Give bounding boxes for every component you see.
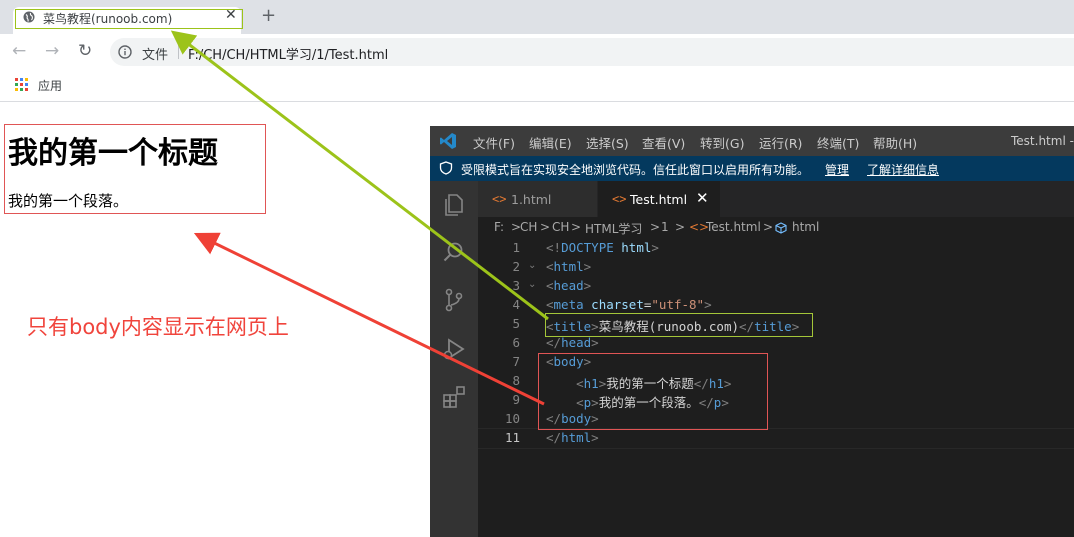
breadcrumb: F: > CH > CH > HTML学习 > 1 > <> Test.html… xyxy=(478,217,1074,239)
tab-test-html[interactable]: <> Test.html ✕ xyxy=(598,181,720,217)
code-line: </html> xyxy=(546,430,599,445)
line-number: 3 xyxy=(512,278,520,293)
source-control-icon[interactable] xyxy=(441,287,467,313)
html-file-icon: <> xyxy=(492,192,507,206)
menu-help[interactable]: 帮助(H) xyxy=(873,133,917,152)
breadcrumb-separator: > xyxy=(571,220,582,234)
apps-bookmark-label[interactable]: 应用 xyxy=(38,77,62,94)
breadcrumb-separator: > xyxy=(763,220,774,234)
breadcrumb-item[interactable]: CH xyxy=(552,220,569,234)
breadcrumb-separator: > xyxy=(675,220,686,234)
fold-chevron-icon[interactable]: ⌄ xyxy=(528,279,536,290)
breadcrumb-separator: > xyxy=(650,220,661,234)
breadcrumb-item[interactable]: F: xyxy=(494,220,504,234)
back-button[interactable]: ← xyxy=(12,41,26,61)
tab-label: 1.html xyxy=(511,192,552,207)
bookmarks-bar xyxy=(0,70,1074,102)
line-number: 9 xyxy=(512,392,520,407)
cube-icon xyxy=(775,222,787,234)
vscode-logo-icon xyxy=(440,133,456,149)
line-number: 10 xyxy=(504,411,520,426)
info-icon[interactable] xyxy=(118,45,132,59)
banner-learn-more-link[interactable]: 了解详细信息 xyxy=(867,161,939,178)
menu-terminal[interactable]: 终端(T) xyxy=(817,133,859,152)
breadcrumb-separator: > xyxy=(540,220,551,234)
menu-view[interactable]: 查看(V) xyxy=(642,133,685,152)
banner-message: 受限模式旨在实现安全地浏览代码。信任此窗口以启用所有功能。 xyxy=(461,163,810,177)
new-tab-button[interactable]: + xyxy=(261,5,276,26)
html-file-icon: <> xyxy=(612,192,627,206)
url-text[interactable]: F:/CH/CH/HTML学习/1/Test.html xyxy=(188,44,388,63)
activity-bar xyxy=(430,181,478,537)
breadcrumb-item[interactable]: CH xyxy=(520,220,537,234)
address-divider xyxy=(178,43,179,59)
menu-file[interactable]: 文件(F) xyxy=(473,133,515,152)
file-scheme-label: 文件 xyxy=(142,48,169,63)
page-heading: 我的第一个标题 xyxy=(8,136,218,171)
search-icon[interactable] xyxy=(441,239,467,265)
menu-selection[interactable]: 选择(S) xyxy=(586,133,629,152)
breadcrumb-item[interactable]: 1 xyxy=(661,220,669,234)
tab-close-icon[interactable]: ✕ xyxy=(225,7,237,23)
close-icon[interactable]: ✕ xyxy=(696,189,709,207)
tab-1-html[interactable]: <> 1.html xyxy=(478,181,597,217)
line-number: 6 xyxy=(512,335,520,350)
body-code-highlight xyxy=(538,353,768,430)
annotation-text: 只有body内容显示在网页上 xyxy=(27,315,289,339)
tab-title: 菜鸟教程(runoob.com) xyxy=(43,12,173,26)
code-line: </head> xyxy=(546,335,599,350)
line-number: 2 xyxy=(512,259,520,274)
menu-run[interactable]: 运行(R) xyxy=(759,133,802,152)
vscode-window-title: Test.html - V xyxy=(1011,134,1074,148)
reload-button[interactable]: ↻ xyxy=(78,41,92,61)
breadcrumb-item[interactable]: html xyxy=(792,220,819,234)
shield-icon xyxy=(439,161,453,175)
line-number: 4 xyxy=(512,297,520,312)
code-line: <head> xyxy=(546,278,592,293)
run-debug-icon[interactable] xyxy=(441,336,467,362)
code-line: <!DOCTYPE html> xyxy=(546,240,659,255)
line-number: 8 xyxy=(512,373,520,388)
restricted-mode-banner: 受限模式旨在实现安全地浏览代码。信任此窗口以启用所有功能。 管理 了解详细信息 xyxy=(430,156,1074,181)
code-line: <meta charset="utf-8"> xyxy=(546,297,712,312)
fold-chevron-icon[interactable]: ⌄ xyxy=(528,260,536,271)
globe-icon xyxy=(23,11,35,23)
breadcrumb-item[interactable]: Test.html xyxy=(706,220,761,234)
tab-label: Test.html xyxy=(630,192,688,207)
line-number: 11 xyxy=(504,430,520,445)
title-code-highlight xyxy=(545,313,813,337)
line-number: 1 xyxy=(512,240,520,255)
line-number: 5 xyxy=(512,316,520,331)
editor-tab-bar: <> 1.html <> Test.html ✕ xyxy=(478,181,1074,217)
banner-manage-link[interactable]: 管理 xyxy=(825,161,849,178)
breadcrumb-item[interactable]: HTML学习 xyxy=(585,220,642,237)
menu-edit[interactable]: 编辑(E) xyxy=(529,133,572,152)
apps-grid-icon[interactable] xyxy=(15,78,28,91)
code-line: <html> xyxy=(546,259,592,274)
page-paragraph: 我的第一个段落。 xyxy=(8,192,129,210)
menu-go[interactable]: 转到(G) xyxy=(700,133,744,152)
explorer-icon[interactable] xyxy=(441,192,467,218)
extensions-icon[interactable] xyxy=(441,384,467,410)
forward-button[interactable]: → xyxy=(45,41,59,61)
vscode-titlebar: 文件(F) 编辑(E) 选择(S) 查看(V) 转到(G) 运行(R) 终端(T… xyxy=(430,126,1074,156)
line-number: 7 xyxy=(512,354,520,369)
